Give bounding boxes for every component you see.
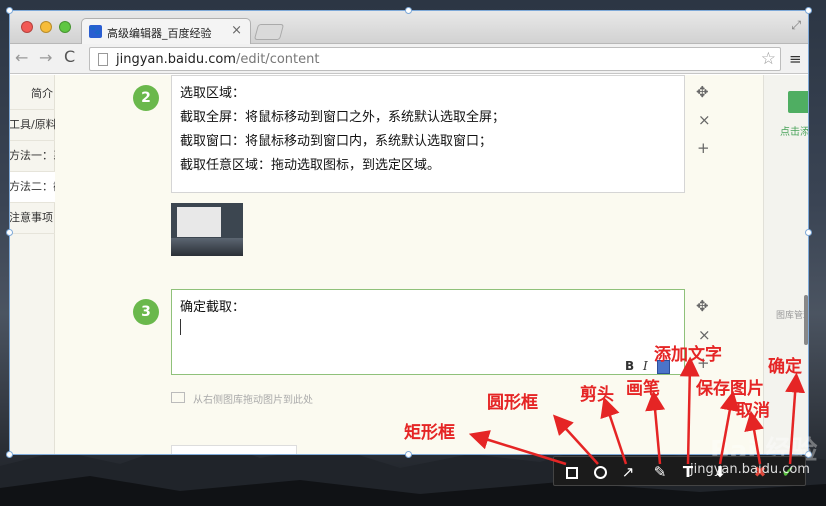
annotation-brush: 画笔 (626, 379, 660, 399)
arrow-tool-button[interactable]: ↗ (618, 462, 638, 482)
resize-handle[interactable] (805, 229, 812, 236)
resize-handle[interactable] (405, 451, 412, 458)
selection-outline (9, 10, 809, 455)
annotation-circle: 圆形框 (487, 393, 538, 413)
watermark-url: jingyan.baidu.com (690, 462, 810, 477)
brush-tool-button[interactable]: ✎ (650, 462, 670, 482)
resize-handle[interactable] (6, 451, 13, 458)
rectangle-tool-button[interactable] (562, 462, 582, 482)
resize-handle[interactable] (6, 7, 13, 14)
annotation-rect: 矩形框 (404, 423, 455, 443)
annotation-text: 添加文字 (654, 345, 722, 365)
annotation-ok: 确定 (768, 357, 802, 377)
resize-handle[interactable] (405, 7, 412, 14)
annotation-cancel: 取消 (736, 401, 770, 421)
ellipse-tool-button[interactable] (590, 462, 610, 482)
rectangle-icon (566, 466, 578, 479)
circle-icon (593, 466, 607, 479)
resize-handle[interactable] (6, 229, 13, 236)
annotation-arrow: 剪头 (580, 385, 614, 405)
resize-handle[interactable] (805, 7, 812, 14)
